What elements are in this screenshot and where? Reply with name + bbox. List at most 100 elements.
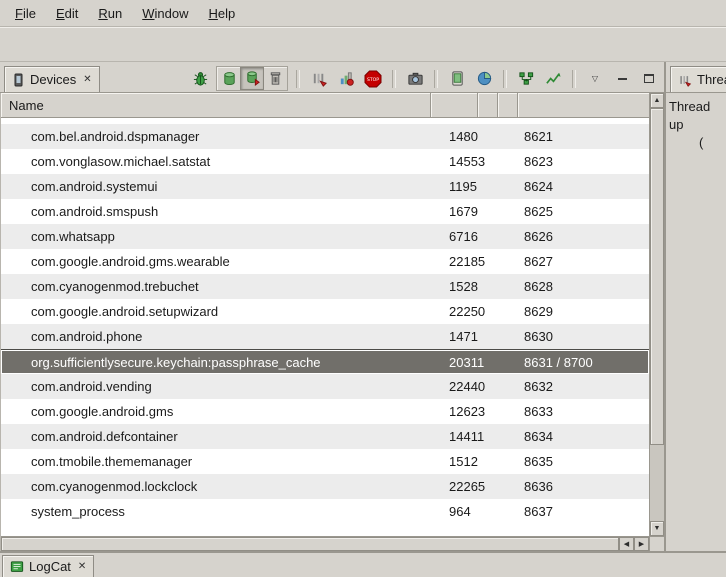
process-pid: 1471 xyxy=(431,329,518,344)
ui-automator-icon xyxy=(449,70,466,87)
process-port: 8636 xyxy=(518,479,649,494)
table-row[interactable]: com.google.android.setupwizard 22250 862… xyxy=(1,299,649,324)
dump-hprof-button[interactable] xyxy=(240,67,264,90)
table-row[interactable]: com.android.vending 22440 8632 xyxy=(1,374,649,399)
logcat-tab-label: LogCat xyxy=(29,559,71,574)
graph-button[interactable] xyxy=(542,68,564,89)
process-name: com.whatsapp xyxy=(1,229,431,244)
table-row[interactable]: com.cyanogenmod.lockclock 22265 8636 xyxy=(1,474,649,499)
close-icon[interactable]: ✕ xyxy=(81,74,91,85)
scroll-right-button[interactable]: ▶ xyxy=(634,537,649,551)
system-info-button[interactable] xyxy=(473,68,495,89)
threads-update-icon xyxy=(311,70,328,87)
toolbar-separator xyxy=(296,70,300,88)
process-port: 8635 xyxy=(518,454,649,469)
menu-item-edit[interactable]: Edit xyxy=(47,3,87,24)
update-heap-button[interactable] xyxy=(218,68,240,89)
screen-capture-button[interactable] xyxy=(404,68,426,89)
process-pid: 14553 xyxy=(431,154,518,169)
hprof-icon xyxy=(244,70,261,87)
camera-icon xyxy=(407,70,424,87)
threads-message-line1: Thread up xyxy=(669,98,723,134)
process-name: system_process xyxy=(1,504,431,519)
debug-process-button[interactable] xyxy=(189,68,211,89)
table-row[interactable]: system_process 964 8637 xyxy=(1,499,649,524)
process-pid: 1528 xyxy=(431,279,518,294)
process-port: 8626 xyxy=(518,229,649,244)
table-row[interactable]: com.android.phone 1471 8630 xyxy=(1,324,649,349)
table-row[interactable]: com.bel.android.dspmanager 1480 8621 xyxy=(1,124,649,149)
scroll-up-button[interactable]: ▲ xyxy=(650,93,664,108)
process-name: com.google.android.gms.wearable xyxy=(1,254,431,269)
stop-icon: STOP xyxy=(364,70,382,88)
horizontal-scroll-thumb[interactable] xyxy=(1,537,619,551)
threads-panel: Threads Thread up ( xyxy=(666,62,726,551)
process-pid: 1512 xyxy=(431,454,518,469)
process-name: com.android.systemui xyxy=(1,179,431,194)
ui-automator-button[interactable] xyxy=(446,68,468,89)
table-row[interactable]: com.tmobile.thememanager 1512 8635 xyxy=(1,449,649,474)
tab-logcat[interactable]: LogCat ✕ xyxy=(2,555,94,577)
devices-tab-label: Devices xyxy=(30,72,76,87)
table-row[interactable]: com.vonglasow.michael.satstat 14553 8623 xyxy=(1,149,649,174)
table-row[interactable]: com.google.android.gms 12623 8633 xyxy=(1,399,649,424)
tab-threads[interactable]: Threads xyxy=(670,66,726,92)
device-icon xyxy=(12,73,25,87)
update-threads-button[interactable] xyxy=(308,68,330,89)
table-row[interactable]: com.android.smspush 1679 8625 xyxy=(1,199,649,224)
menu-item-file[interactable]: File xyxy=(6,3,45,24)
minimize-button[interactable] xyxy=(611,68,633,89)
vertical-scrollbar[interactable]: ▲ ▼ xyxy=(649,93,664,536)
toolbar-separator xyxy=(503,70,507,88)
view-menu-button[interactable]: ▽ xyxy=(584,68,606,89)
scroll-down-button[interactable]: ▼ xyxy=(650,521,664,536)
heap-button-group xyxy=(216,66,288,91)
process-port: 8634 xyxy=(518,429,649,444)
menu-item-run[interactable]: Run xyxy=(89,3,131,24)
method-profiling-button[interactable] xyxy=(335,68,357,89)
table-row[interactable]: com.whatsapp 6716 8626 xyxy=(1,224,649,249)
column-header-port[interactable] xyxy=(518,93,649,117)
vertical-scroll-track[interactable] xyxy=(650,445,664,521)
tree-view-button[interactable] xyxy=(515,68,537,89)
horizontal-scrollbar[interactable]: ◀ ▶ xyxy=(1,536,649,551)
main-toolbar xyxy=(0,26,726,62)
column-header-threads[interactable] xyxy=(498,93,518,117)
table-row[interactable]: com.android.defcontainer 14411 8634 xyxy=(1,424,649,449)
process-pid: 22265 xyxy=(431,479,518,494)
down-arrow-icon: ▼ xyxy=(654,525,661,532)
system-info-icon xyxy=(476,70,493,87)
cause-gc-button[interactable] xyxy=(264,68,286,89)
process-pid: 14411 xyxy=(431,429,518,444)
process-name: com.google.android.gms xyxy=(1,404,431,419)
vertical-scroll-thumb[interactable] xyxy=(650,108,664,445)
scroll-left-button[interactable]: ◀ xyxy=(619,537,634,551)
logcat-icon xyxy=(10,560,24,574)
column-header-heap[interactable] xyxy=(478,93,498,117)
table-row[interactable]: com.cyanogenmod.trebuchet 1528 8628 xyxy=(1,274,649,299)
menu-item-help[interactable]: Help xyxy=(199,3,244,24)
tab-devices[interactable]: Devices ✕ xyxy=(4,66,100,92)
stop-process-button[interactable]: STOP xyxy=(362,68,384,89)
menu-item-window[interactable]: Window xyxy=(133,3,197,24)
heap-icon xyxy=(221,70,238,87)
maximize-button[interactable] xyxy=(638,68,660,89)
process-port: 8633 xyxy=(518,404,649,419)
column-header-pid[interactable] xyxy=(431,93,478,117)
threads-tab-label: Threads xyxy=(697,72,726,87)
application-window: File Edit Run Window Help Devices ✕ xyxy=(0,0,726,577)
process-pid: 20311 xyxy=(431,355,518,370)
table-row[interactable]: com.android.systemui 1195 8624 xyxy=(1,174,649,199)
process-table: Name com.bel.android.dspmanager 1480 862… xyxy=(0,93,664,551)
graph-icon xyxy=(545,70,562,87)
table-row[interactable]: com.google.android.gms.wearable 22185 86… xyxy=(1,249,649,274)
process-name: com.android.phone xyxy=(1,329,431,344)
process-name: com.google.android.setupwizard xyxy=(1,304,431,319)
process-name: com.android.defcontainer xyxy=(1,429,431,444)
process-name: com.android.vending xyxy=(1,379,431,394)
column-header-name[interactable]: Name xyxy=(1,93,431,117)
process-port: 8637 xyxy=(518,504,649,519)
close-icon[interactable]: ✕ xyxy=(76,561,86,572)
bug-icon xyxy=(192,70,209,87)
table-row[interactable]: org.sufficientlysecure.keychain:passphra… xyxy=(1,349,649,374)
